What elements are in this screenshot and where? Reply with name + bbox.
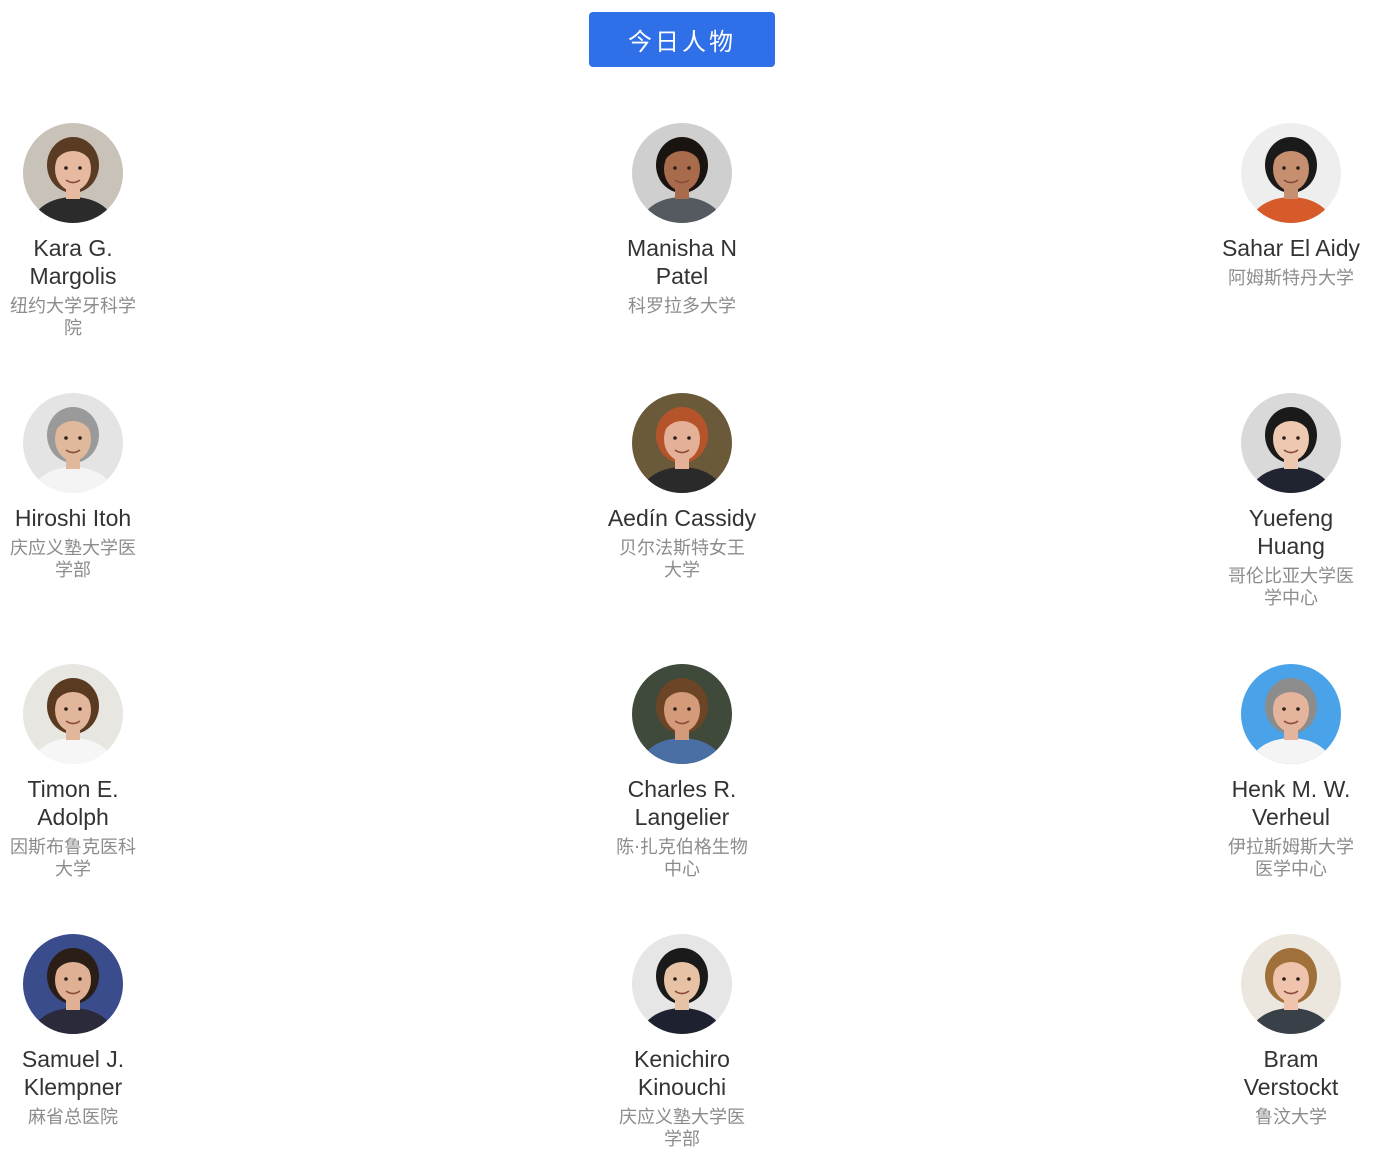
avatar[interactable]: [23, 393, 123, 493]
avatar[interactable]: [1241, 664, 1341, 764]
person-name[interactable]: Bram Verstockt: [1216, 1045, 1366, 1101]
person-name[interactable]: Kenichiro Kinouchi: [607, 1045, 757, 1101]
person-card[interactable]: Hiroshi Itoh 庆应义塾大学医学部: [0, 393, 148, 582]
person-card[interactable]: Charles R. Langelier 陈·扎克伯格生物中心: [607, 664, 757, 881]
person-card[interactable]: Yuefeng Huang 哥伦比亚大学医学中心: [1216, 393, 1366, 610]
person-affiliation: 伊拉斯姆斯大学医学中心: [1228, 837, 1354, 880]
portrait-image: [632, 664, 732, 764]
person-affiliation: 科罗拉多大学: [628, 296, 736, 317]
person-affiliation: 因斯布鲁克医科大学: [10, 837, 136, 880]
portrait-image: [1241, 664, 1341, 764]
avatar[interactable]: [23, 664, 123, 764]
person-card[interactable]: Timon E. Adolph 因斯布鲁克医科大学: [0, 664, 148, 881]
portrait-image: [1241, 934, 1341, 1034]
portrait-image: [1241, 123, 1341, 223]
person-card[interactable]: Samuel J. Klempner 麻省总医院: [0, 934, 148, 1129]
person-affiliation: 陈·扎克伯格生物中心: [616, 837, 748, 880]
person-card[interactable]: Aedín Cassidy 贝尔法斯特女王大学: [607, 393, 757, 582]
person-name[interactable]: Samuel J. Klempner: [0, 1045, 148, 1101]
avatar[interactable]: [632, 393, 732, 493]
person-card[interactable]: Bram Verstockt 鲁汶大学: [1216, 934, 1366, 1129]
person-name[interactable]: Timon E. Adolph: [0, 775, 148, 831]
portrait-image: [23, 664, 123, 764]
portrait-image: [632, 934, 732, 1034]
person-card[interactable]: Kara G. Margolis 纽约大学牙科学院: [0, 123, 148, 340]
portrait-image: [632, 123, 732, 223]
avatar[interactable]: [632, 934, 732, 1034]
person-card[interactable]: Manisha N Patel 科罗拉多大学: [607, 123, 757, 318]
person-name[interactable]: Kara G. Margolis: [0, 234, 148, 290]
person-name[interactable]: Henk M. W. Verheul: [1216, 775, 1366, 831]
person-affiliation: 阿姆斯特丹大学: [1228, 268, 1354, 289]
portrait-image: [23, 123, 123, 223]
avatar[interactable]: [23, 934, 123, 1034]
person-name[interactable]: Charles R. Langelier: [607, 775, 757, 831]
portrait-image: [23, 934, 123, 1034]
person-name[interactable]: Hiroshi Itoh: [0, 504, 148, 532]
person-card[interactable]: Sahar El Aidy 阿姆斯特丹大学: [1216, 123, 1366, 290]
person-name[interactable]: Yuefeng Huang: [1216, 504, 1366, 560]
avatar[interactable]: [1241, 123, 1341, 223]
avatar[interactable]: [23, 123, 123, 223]
avatar[interactable]: [1241, 393, 1341, 493]
avatar[interactable]: [1241, 934, 1341, 1034]
person-card[interactable]: Henk M. W. Verheul 伊拉斯姆斯大学医学中心: [1216, 664, 1366, 881]
person-affiliation: 庆应义塾大学医学部: [10, 538, 136, 581]
person-name[interactable]: Aedín Cassidy: [607, 504, 757, 532]
portrait-image: [23, 393, 123, 493]
person-affiliation: 贝尔法斯特女王大学: [619, 538, 745, 581]
person-affiliation: 哥伦比亚大学医学中心: [1228, 566, 1354, 609]
person-affiliation: 鲁汶大学: [1255, 1107, 1327, 1128]
portrait-image: [632, 393, 732, 493]
person-affiliation: 麻省总医院: [28, 1107, 118, 1128]
person-card[interactable]: Kenichiro Kinouchi 庆应义塾大学医学部: [607, 934, 757, 1151]
person-name[interactable]: Sahar El Aidy: [1216, 234, 1366, 262]
avatar[interactable]: [632, 664, 732, 764]
person-affiliation: 纽约大学牙科学院: [10, 296, 136, 339]
avatar[interactable]: [632, 123, 732, 223]
today-people-button[interactable]: 今日人物: [589, 12, 775, 67]
person-affiliation: 庆应义塾大学医学部: [619, 1107, 745, 1150]
person-name[interactable]: Manisha N Patel: [607, 234, 757, 290]
portrait-image: [1241, 393, 1341, 493]
